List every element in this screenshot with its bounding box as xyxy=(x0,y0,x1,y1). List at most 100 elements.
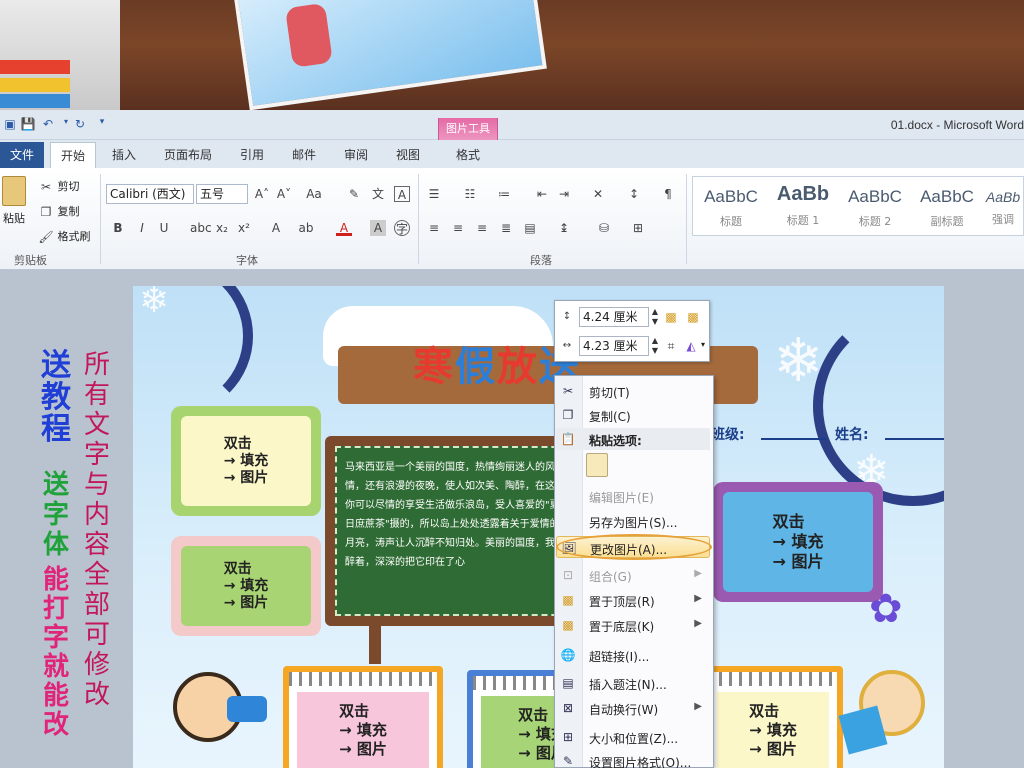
format-painter-button[interactable]: 🖌 格式刷 xyxy=(38,228,90,245)
italic-button[interactable]: I xyxy=(134,220,150,236)
tab-review[interactable]: 审阅 xyxy=(334,142,378,168)
align-center-icon: ≡ xyxy=(452,221,464,235)
menu-item-bring-to-front[interactable]: ▩ 置于顶层(R) ▶ xyxy=(556,589,710,611)
picture-style-icon[interactable]: ◭ xyxy=(683,338,699,354)
align-right-button[interactable]: ≡ xyxy=(474,220,490,236)
menu-item-copy[interactable]: ❐ 复制(C) xyxy=(556,404,710,426)
menu-item-insert-caption[interactable]: ▤ 插入题注(N)... xyxy=(556,672,710,694)
text-effects-button[interactable]: A xyxy=(268,220,284,236)
increase-indent-button[interactable]: ⇥ xyxy=(556,186,572,202)
word-app-icon[interactable]: ▣ xyxy=(2,117,18,133)
tab-home[interactable]: 开始 xyxy=(50,142,97,168)
menu-item-group[interactable]: ⊡ 组合(G) ▶ xyxy=(556,564,710,586)
undo-icon[interactable]: ↶ xyxy=(40,117,56,133)
subscript-button[interactable]: x₂ xyxy=(214,220,230,236)
promo-text-tutorial: 送 教 程 xyxy=(38,350,74,446)
style-title[interactable]: AaBbC 标题 xyxy=(695,177,767,237)
redo-icon[interactable]: ↻ xyxy=(72,117,88,133)
tab-file[interactable]: 文件 xyxy=(0,142,44,168)
chevron-down-icon[interactable]: ▾ xyxy=(701,340,705,349)
clipboard-icon: 📋 xyxy=(560,432,576,446)
superscript-button[interactable]: x² xyxy=(236,220,252,236)
paste-button[interactable]: 粘贴 xyxy=(0,176,28,232)
bullets-button[interactable]: ☰ xyxy=(426,186,442,202)
font-name-select[interactable]: Calibri (西文) xyxy=(106,184,194,204)
style-heading-1[interactable]: AaBb 标题 1 xyxy=(767,177,839,237)
menu-item-format-picture[interactable]: ✎ 设置图片格式(O)... xyxy=(556,750,710,768)
font-color-icon: A xyxy=(336,220,352,236)
promo-char: 字 xyxy=(42,623,69,653)
sort-button[interactable]: ↕ xyxy=(626,186,642,202)
tab-references[interactable]: 引用 xyxy=(230,142,274,168)
show-marks-button[interactable]: ¶ xyxy=(660,186,676,202)
menu-item-send-to-back[interactable]: ▩ 置于底层(K) ▶ xyxy=(556,614,710,636)
width-input[interactable]: 4.23 厘米 xyxy=(579,336,649,356)
bold-button[interactable]: B xyxy=(110,220,126,236)
width-spinner[interactable]: ▲ ▼ xyxy=(649,336,661,356)
strikethrough-button[interactable]: abc xyxy=(190,220,212,236)
align-left-button[interactable]: ≡ xyxy=(426,220,442,236)
menu-item-save-as-picture[interactable]: 另存为图片(S)... xyxy=(556,510,710,532)
menu-item-hyperlink[interactable]: 🌐 超链接(I)... xyxy=(556,644,710,666)
shading-button[interactable]: ⛁ xyxy=(596,220,612,236)
tab-format[interactable]: 格式 xyxy=(446,142,490,168)
menu-item-label: 编辑图片(E) xyxy=(589,491,654,505)
menu-item-cut[interactable]: ✂ 剪切(T) xyxy=(556,380,710,402)
style-emphasis[interactable]: AaBb 强调 xyxy=(983,177,1023,237)
copy-button[interactable]: ❐ 复制 xyxy=(38,203,80,220)
height-input[interactable]: 4.24 厘米 xyxy=(579,307,649,327)
tab-mailings[interactable]: 邮件 xyxy=(282,142,326,168)
size-mini-toolbar: ↕ 4.24 厘米 ▲ ▼ ▩ ▩ ↔ 4.23 厘米 ▲ ▼ ⌗ ◭ ▾ xyxy=(554,300,710,362)
clear-format-button[interactable]: ✎ xyxy=(346,186,362,202)
numbering-button[interactable]: ☷ xyxy=(462,186,478,202)
char-border-button[interactable]: A xyxy=(394,186,410,202)
menu-item-edit-picture[interactable]: 编辑图片(E) xyxy=(556,485,710,507)
frame-placeholder-text: 双击 → 填充 → 图片 xyxy=(223,560,269,611)
promo-char: 送 xyxy=(41,348,71,383)
tab-insert[interactable]: 插入 xyxy=(102,142,146,168)
style-heading-2[interactable]: AaBbC 标题 2 xyxy=(839,177,911,237)
save-icon[interactable]: 💾 xyxy=(20,117,36,133)
crayon-red xyxy=(0,60,70,74)
tab-page-layout[interactable]: 页面布局 xyxy=(154,142,222,168)
board-text[interactable]: 马来西亚是一个美丽的国度，热情绚丽迷人的风情，还有浪漫的夜晚，使人如次美、陶醉，… xyxy=(345,458,567,572)
submenu-arrow-icon: ▶ xyxy=(694,593,702,604)
height-spinner[interactable]: ▲ ▼ xyxy=(649,307,661,327)
crop-icon[interactable]: ⌗ xyxy=(663,338,679,354)
line-spacing-button[interactable]: ↨ xyxy=(556,220,572,236)
notebook-frame[interactable]: 双击 → 填充 → 图片 xyxy=(703,666,843,768)
bring-forward-icon[interactable]: ▩ xyxy=(663,309,679,325)
phonetic-guide-button[interactable]: 文 xyxy=(370,186,386,202)
style-subtitle[interactable]: AaBbC 副标题 xyxy=(911,177,983,237)
notebook-frame[interactable]: 双击 → 填充 → 图片 xyxy=(283,666,443,768)
justify-button[interactable]: ≣ xyxy=(498,220,514,236)
grow-font-button[interactable]: A˄ xyxy=(254,186,270,202)
tab-view[interactable]: 视图 xyxy=(386,142,430,168)
shrink-font-button[interactable]: A˅ xyxy=(276,186,292,202)
decrease-indent-button[interactable]: ⇤ xyxy=(534,186,550,202)
style-preview: AaBb xyxy=(985,189,1021,205)
menu-item-size-position[interactable]: ⊞ 大小和位置(Z)... xyxy=(556,726,710,748)
highlight-button[interactable]: ab xyxy=(298,220,314,236)
chinese-layout-button[interactable]: ✕ xyxy=(590,186,606,202)
title-char: 假 xyxy=(455,344,497,390)
photo-frame[interactable]: 双击 → 填充 → 图片 xyxy=(713,482,883,602)
photo-frame[interactable]: 双击 → 填充 → 图片 xyxy=(171,536,321,636)
customize-qat-icon[interactable]: ▾ xyxy=(94,117,110,133)
char-shading-button[interactable]: A xyxy=(370,220,386,236)
clear-format-icon: ✎ xyxy=(348,187,360,201)
underline-button[interactable]: U xyxy=(156,220,172,236)
paste-keep-format-icon[interactable] xyxy=(586,453,608,477)
menu-item-wrap-text[interactable]: ⊠ 自动换行(W) ▶ xyxy=(556,697,710,719)
borders-button[interactable]: ⊞ xyxy=(630,220,646,236)
cut-button[interactable]: ✂ 剪切 xyxy=(38,178,80,195)
font-color-button[interactable]: A xyxy=(336,220,352,236)
font-size-select[interactable]: 五号 xyxy=(196,184,248,204)
photo-frame[interactable]: 双击 → 填充 → 图片 xyxy=(171,406,321,516)
send-backward-icon[interactable]: ▩ xyxy=(685,309,701,325)
multilevel-list-button[interactable]: ≔ xyxy=(496,186,512,202)
align-center-button[interactable]: ≡ xyxy=(450,220,466,236)
enclose-char-button[interactable]: 字 xyxy=(394,220,410,236)
change-case-button[interactable]: Aa xyxy=(306,186,322,202)
distributed-button[interactable]: ▤ xyxy=(522,220,538,236)
